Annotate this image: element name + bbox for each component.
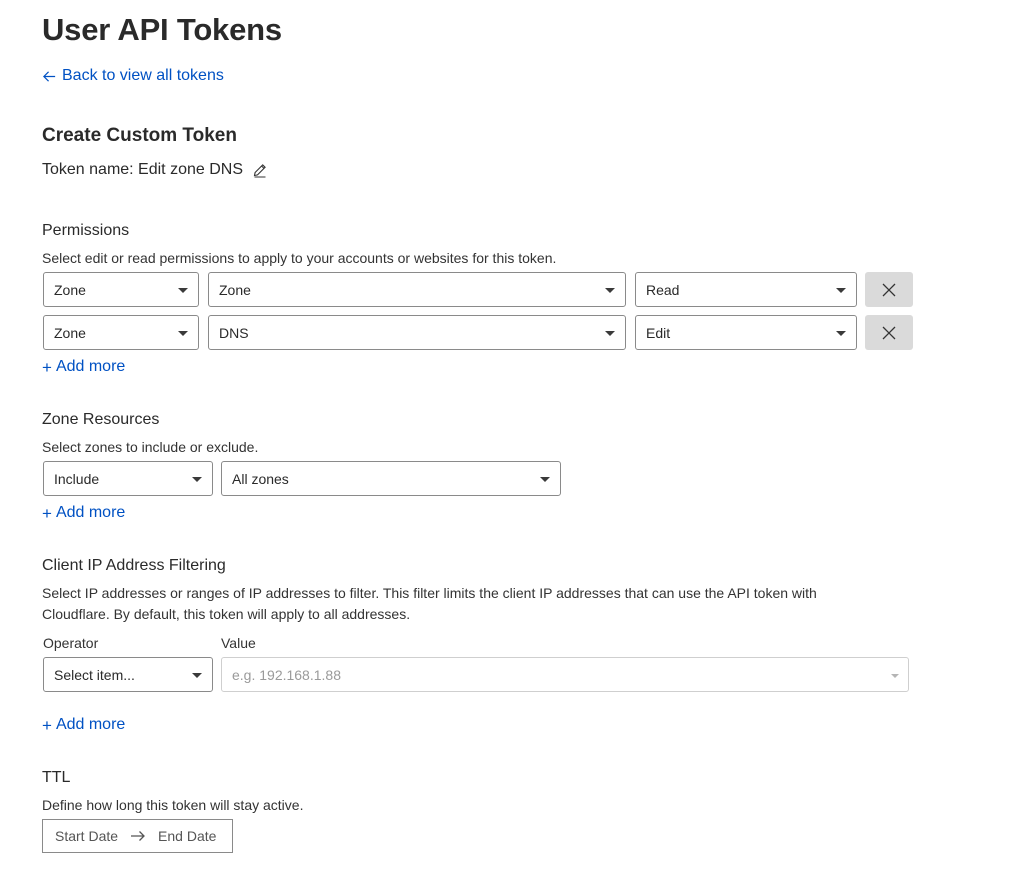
ip-filtering-heading: Client IP Address Filtering [42, 557, 226, 574]
ip-value-combobox[interactable]: e.g. 192.168.1.88 [221, 657, 909, 692]
select-value: Edit [646, 324, 671, 341]
caret-down-icon [605, 331, 615, 336]
page-title: User API Tokens [42, 12, 282, 47]
caret-down-icon [540, 477, 550, 482]
arrow-right-icon [131, 831, 145, 841]
permission-resource-select-2[interactable]: DNS [208, 315, 626, 350]
caret-down-icon [192, 477, 202, 482]
plus-icon: + [42, 357, 52, 377]
permission-scope-select-1[interactable]: Zone [43, 272, 199, 307]
zone-include-select[interactable]: Include [43, 461, 213, 496]
plus-icon: + [42, 503, 52, 523]
add-ip-filter-button[interactable]: + Add more [42, 716, 125, 734]
add-more-label: Add more [55, 716, 126, 733]
permission-scope-select-2[interactable]: Zone [43, 315, 199, 350]
remove-permission-button-1[interactable] [865, 272, 913, 307]
add-zone-resource-button[interactable]: + Add more [42, 504, 125, 522]
caret-down-icon [178, 331, 188, 336]
caret-down-icon [836, 288, 846, 293]
permissions-heading: Permissions [42, 222, 130, 239]
permission-access-select-1[interactable]: Read [635, 272, 857, 307]
plus-icon: + [42, 715, 52, 735]
zone-resources-heading: Zone Resources [42, 411, 160, 428]
zone-target-select[interactable]: All zones [221, 461, 561, 496]
back-to-tokens-link[interactable]: Back to view all tokens [42, 67, 224, 85]
token-name-label: Token name: Edit zone DNS [42, 161, 243, 178]
caret-down-icon [192, 673, 202, 678]
ttl-help: Define how long this token will stay act… [42, 797, 304, 813]
value-label: Value [221, 635, 256, 651]
back-link-label: Back to view all tokens [62, 67, 224, 84]
select-value: All zones [232, 470, 289, 487]
select-value: Read [646, 281, 680, 298]
caret-down-icon [891, 674, 899, 678]
select-value: Include [54, 470, 100, 487]
arrow-left-icon [43, 70, 56, 82]
add-permission-button[interactable]: + Add more [42, 358, 125, 376]
ttl-heading: TTL [42, 769, 71, 786]
select-value: Select item... [54, 666, 135, 683]
add-more-label: Add more [55, 504, 126, 521]
permission-access-select-2[interactable]: Edit [635, 315, 857, 350]
section-title: Create Custom Token [42, 125, 237, 146]
start-date-input[interactable]: Start Date [55, 828, 118, 844]
add-more-label: Add more [55, 358, 126, 375]
ttl-date-range-picker[interactable]: Start Date End Date [42, 819, 233, 853]
pencil-icon[interactable] [252, 162, 268, 178]
operator-select[interactable]: Select item... [43, 657, 213, 692]
caret-down-icon [178, 288, 188, 293]
select-value: DNS [219, 324, 249, 341]
caret-down-icon [836, 331, 846, 336]
permission-resource-select-1[interactable]: Zone [208, 272, 626, 307]
select-value: Zone [54, 281, 86, 298]
caret-down-icon [605, 288, 615, 293]
zone-resources-help: Select zones to include or exclude. [42, 439, 259, 455]
select-value: Zone [54, 324, 86, 341]
close-icon [882, 283, 896, 296]
permissions-help: Select edit or read permissions to apply… [42, 250, 557, 266]
close-icon [882, 326, 896, 339]
remove-permission-button-2[interactable] [865, 315, 913, 350]
operator-label: Operator [43, 635, 99, 651]
select-value: Zone [219, 281, 251, 298]
ip-filtering-help: Select IP addresses or ranges of IP addr… [42, 585, 817, 622]
ip-value-placeholder: e.g. 192.168.1.88 [232, 666, 341, 683]
end-date-input[interactable]: End Date [158, 828, 216, 844]
token-name: Token name: Edit zone DNS [42, 161, 268, 179]
